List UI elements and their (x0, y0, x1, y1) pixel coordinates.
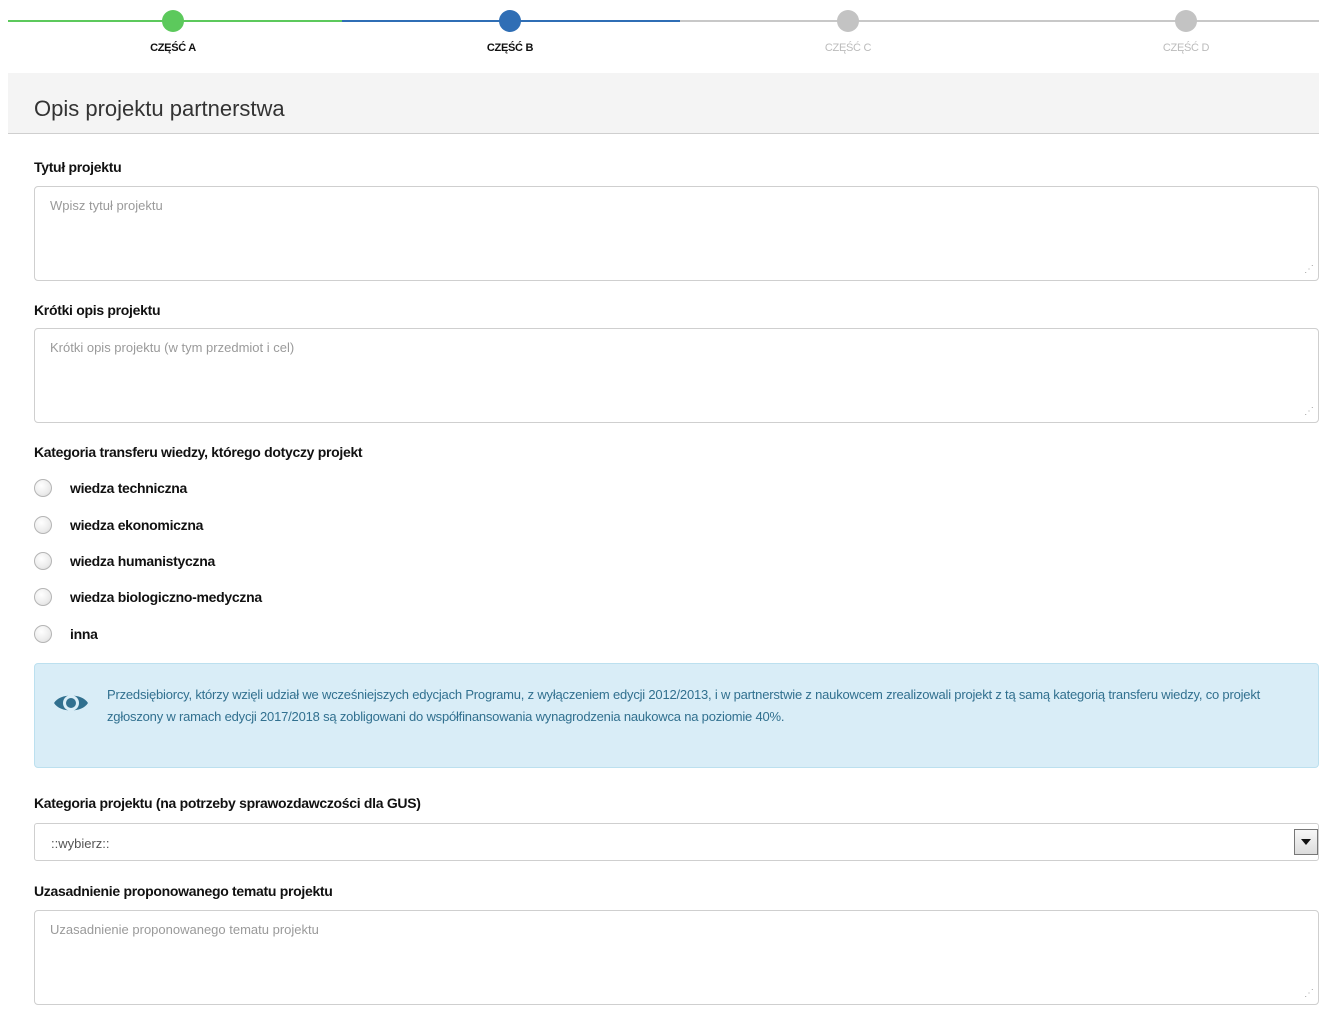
info-text: Przedsiębiorcy, którzy wzięli udział we … (107, 687, 1261, 724)
radio-button[interactable] (34, 625, 52, 643)
step-label: CZĘŚĆ B (486, 42, 534, 54)
step-part-d: CZĘŚĆ D (1126, 10, 1246, 54)
project-description-label: Krótki opis projektu (34, 302, 161, 318)
radio-option-other[interactable]: inna (34, 624, 98, 644)
radio-button[interactable] (34, 552, 52, 570)
radio-button[interactable] (34, 479, 52, 497)
step-dot-pending (837, 10, 859, 32)
radio-option-humanities[interactable]: wiedza humanistyczna (34, 551, 215, 571)
resize-grip-icon[interactable]: ⋰ (1304, 407, 1314, 417)
step-part-a[interactable]: CZĘŚĆ A (113, 10, 233, 54)
info-alert: Przedsiębiorcy, którzy wzięli udział we … (34, 663, 1319, 768)
project-title-label: Tytuł projektu (34, 159, 122, 175)
radio-button[interactable] (34, 588, 52, 606)
radio-option-biomedical[interactable]: wiedza biologiczno-medyczna (34, 587, 262, 607)
radio-label: inna (70, 626, 98, 642)
panel-header: Opis projektu partnerstwa (8, 73, 1319, 134)
page-title: Opis projektu partnerstwa (34, 96, 285, 121)
select-value: ::wybierz:: (51, 836, 110, 851)
project-category-label: Kategoria projektu (na potrzeby sprawozd… (34, 795, 421, 811)
step-label: CZĘŚĆ D (1162, 42, 1210, 54)
radio-label: wiedza biologiczno-medyczna (70, 589, 262, 605)
step-dot-pending (1175, 10, 1197, 32)
radio-option-economic[interactable]: wiedza ekonomiczna (34, 515, 203, 535)
radio-label: wiedza humanistyczna (70, 553, 215, 569)
radio-label: wiedza techniczna (70, 480, 188, 496)
resize-grip-icon[interactable]: ⋰ (1304, 265, 1314, 275)
dropdown-arrow-icon[interactable] (1294, 829, 1318, 855)
project-category-select[interactable]: ::wybierz:: (34, 823, 1319, 861)
step-dot-completed (162, 10, 184, 32)
progress-stepper: CZĘŚĆ A CZĘŚĆ B CZĘŚĆ C CZĘŚĆ D (0, 0, 1319, 72)
justification-input[interactable] (34, 910, 1319, 1005)
project-description-panel: Opis projektu partnerstwa Tytuł projektu… (8, 73, 1319, 1013)
radio-label: wiedza ekonomiczna (70, 517, 204, 533)
justification-label: Uzasadnienie proponowanego tematu projek… (34, 883, 333, 899)
radio-button[interactable] (34, 516, 52, 534)
resize-grip-icon[interactable]: ⋰ (1304, 989, 1314, 999)
radio-option-technical[interactable]: wiedza techniczna (34, 478, 187, 498)
step-dot-current (499, 10, 521, 32)
step-label: CZĘŚĆ A (150, 42, 196, 54)
transfer-category-label: Kategoria transferu wiedzy, którego doty… (34, 444, 363, 460)
step-label: CZĘŚĆ C (824, 42, 872, 54)
step-part-c: CZĘŚĆ C (788, 10, 908, 54)
project-description-input[interactable] (34, 328, 1319, 423)
eye-icon (54, 695, 88, 711)
step-part-b[interactable]: CZĘŚĆ B (450, 10, 570, 54)
project-title-input[interactable] (34, 186, 1319, 281)
